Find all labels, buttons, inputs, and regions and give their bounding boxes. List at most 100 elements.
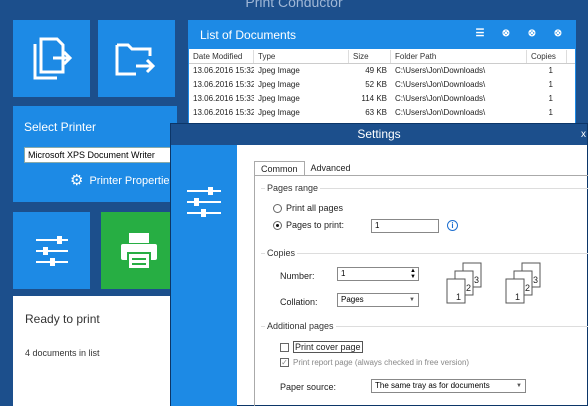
- column-date-modified[interactable]: Date Modified: [189, 50, 254, 63]
- printer-icon: [121, 232, 157, 270]
- paper-source-label: Paper source:: [280, 382, 337, 392]
- column-copies[interactable]: Copies: [527, 50, 567, 63]
- select-printer-label: Select Printer: [24, 120, 97, 134]
- copies-number-value: 1: [341, 269, 346, 278]
- tab-advanced[interactable]: Advanced: [305, 161, 357, 176]
- cell-path: C:\Users\Jon\Downloads\: [395, 66, 486, 75]
- print-report-page-checkbox: ✓ Print report page (always checked in f…: [280, 358, 469, 367]
- cell-date: 13.06.2016 15:32: [193, 80, 254, 89]
- table-row[interactable]: 13.06.2016 15:32 Jpeg Image 49 KB C:\Use…: [189, 64, 575, 78]
- clear-list-icon[interactable]: ⊗: [549, 27, 567, 40]
- settings-title: Settings: [357, 127, 401, 141]
- cell-path: C:\Users\Jon\Downloads\: [395, 80, 486, 89]
- collation-label: Collation:: [280, 297, 318, 307]
- status-text: Ready to print: [25, 312, 100, 326]
- print-cover-page-checkbox[interactable]: Print cover page: [280, 341, 363, 353]
- spin-arrows-icon[interactable]: ▲ ▼: [410, 268, 416, 280]
- cell-size: 63 KB: [365, 108, 387, 117]
- cell-type: Jpeg Image: [258, 66, 300, 75]
- additional-pages-title: Additional pages: [265, 321, 336, 331]
- collate-pages-icon: 3 2 1: [505, 262, 541, 304]
- settings-button[interactable]: [13, 212, 90, 289]
- add-documents-button[interactable]: [13, 20, 90, 97]
- cell-copies: 1: [548, 108, 553, 117]
- gear-icon: ⚙: [70, 172, 84, 189]
- status-panel: Ready to print 4 documents in list: [13, 296, 177, 406]
- window-title: Print Conductor: [245, 0, 343, 10]
- cell-path: C:\Users\Jon\Downloads\: [395, 94, 486, 103]
- pages-range-title: Pages range: [265, 183, 321, 193]
- print-report-page-label: Print report page (always checked in fre…: [293, 358, 470, 367]
- printer-properties-label: Printer Properties: [89, 175, 176, 187]
- cell-type: Jpeg Image: [258, 94, 300, 103]
- tab-common[interactable]: Common: [254, 161, 305, 176]
- cell-date: 13.06.2016 15:32: [193, 66, 254, 75]
- select-printer-panel: Select Printer Microsoft XPS Document Wr…: [13, 106, 180, 202]
- cell-size: 52 KB: [365, 80, 387, 89]
- chevron-down-icon: ▼: [516, 383, 522, 389]
- documents-table: Date Modified Type Size Folder Path Copi…: [189, 50, 575, 120]
- checkbox-checked-icon: ✓: [280, 358, 289, 367]
- collate-page-number: 2: [525, 283, 530, 293]
- printer-dropdown[interactable]: Microsoft XPS Document Writer ▼: [24, 147, 180, 163]
- common-tab-panel: Pages range Print all pages Pages to pri…: [254, 175, 588, 406]
- collate-page-number: 1: [456, 292, 461, 302]
- radio-icon: [273, 203, 282, 213]
- collate-page-number: 3: [533, 275, 538, 285]
- add-folder-button[interactable]: [98, 20, 175, 97]
- pages-to-print-option[interactable]: Pages to print:: [273, 220, 344, 230]
- pages-range-group: Pages range Print all pages Pages to pri…: [261, 183, 588, 248]
- number-label: Number:: [280, 271, 315, 281]
- copies-number-stepper[interactable]: 1 ▲ ▼: [337, 267, 419, 281]
- start-printing-button[interactable]: [101, 212, 177, 289]
- cell-date: 13.06.2016 15:33: [193, 94, 254, 103]
- paper-source-value: The same tray as for documents: [375, 381, 490, 390]
- paper-source-dropdown[interactable]: The same tray as for documents ▼: [371, 379, 526, 393]
- documents-header: List of Documents ☰ ⊗ ⊗ ⊗: [189, 21, 575, 49]
- additional-pages-group: Additional pages Print cover page ✓ Prin…: [261, 321, 588, 406]
- radio-selected-icon: [273, 220, 282, 230]
- column-size[interactable]: Size: [349, 50, 391, 63]
- document-count: 4 documents in list: [25, 348, 100, 358]
- print-cover-page-label: Print cover page: [293, 341, 363, 353]
- remove-selected-icon[interactable]: ⊗: [497, 27, 515, 40]
- cell-copies: 1: [548, 80, 553, 89]
- documents-title: List of Documents: [200, 28, 297, 42]
- pages-to-print-label: Pages to print:: [286, 220, 345, 230]
- settings-tabs: Common Advanced: [254, 161, 357, 176]
- close-icon[interactable]: x: [581, 124, 586, 145]
- collation-dropdown[interactable]: Pages ▼: [337, 293, 419, 307]
- cell-copies: 1: [548, 66, 553, 75]
- collation-value: Pages: [341, 295, 364, 304]
- cell-size: 114 KB: [361, 94, 387, 103]
- sliders-icon: [187, 187, 221, 217]
- chevron-down-icon: ▼: [409, 297, 415, 303]
- settings-dialog: Settings x Common Advanced Pages range P…: [170, 123, 588, 406]
- documents-list: List of Documents ☰ ⊗ ⊗ ⊗ Date Modified …: [188, 20, 576, 125]
- column-folder-path[interactable]: Folder Path: [391, 50, 527, 63]
- collate-pages-icon: 3 2 1: [446, 262, 482, 304]
- add-document-icon: [33, 37, 72, 79]
- copies-title: Copies: [265, 248, 298, 258]
- print-all-pages-label: Print all pages: [286, 203, 344, 213]
- sliders-icon: [35, 235, 68, 266]
- cell-date: 13.06.2016 15:32: [193, 108, 254, 117]
- cell-type: Jpeg Image: [258, 80, 300, 89]
- remove-failed-icon[interactable]: ⊗: [523, 27, 541, 40]
- collate-page-number: 1: [515, 292, 520, 302]
- table-row[interactable]: 13.06.2016 15:33 Jpeg Image 114 KB C:\Us…: [189, 92, 575, 106]
- checkbox-icon: [280, 342, 289, 352]
- cell-path: C:\Users\Jon\Downloads\: [395, 108, 486, 117]
- collate-page-number: 3: [474, 275, 479, 285]
- print-all-pages-option[interactable]: Print all pages: [273, 203, 343, 213]
- table-header: Date Modified Type Size Folder Path Copi…: [189, 50, 575, 64]
- printer-dropdown-value: Microsoft XPS Document Writer: [28, 150, 155, 160]
- printer-properties-button[interactable]: ⚙ Printer Properties: [70, 172, 176, 189]
- pages-to-print-input[interactable]: 1: [371, 219, 439, 233]
- info-icon[interactable]: i: [447, 220, 458, 231]
- table-row[interactable]: 13.06.2016 15:32 Jpeg Image 63 KB C:\Use…: [189, 106, 575, 120]
- column-type[interactable]: Type: [254, 50, 349, 63]
- table-row[interactable]: 13.06.2016 15:32 Jpeg Image 52 KB C:\Use…: [189, 78, 575, 92]
- settings-titlebar: Settings x: [171, 124, 587, 145]
- list-options-icon[interactable]: ☰: [471, 27, 489, 40]
